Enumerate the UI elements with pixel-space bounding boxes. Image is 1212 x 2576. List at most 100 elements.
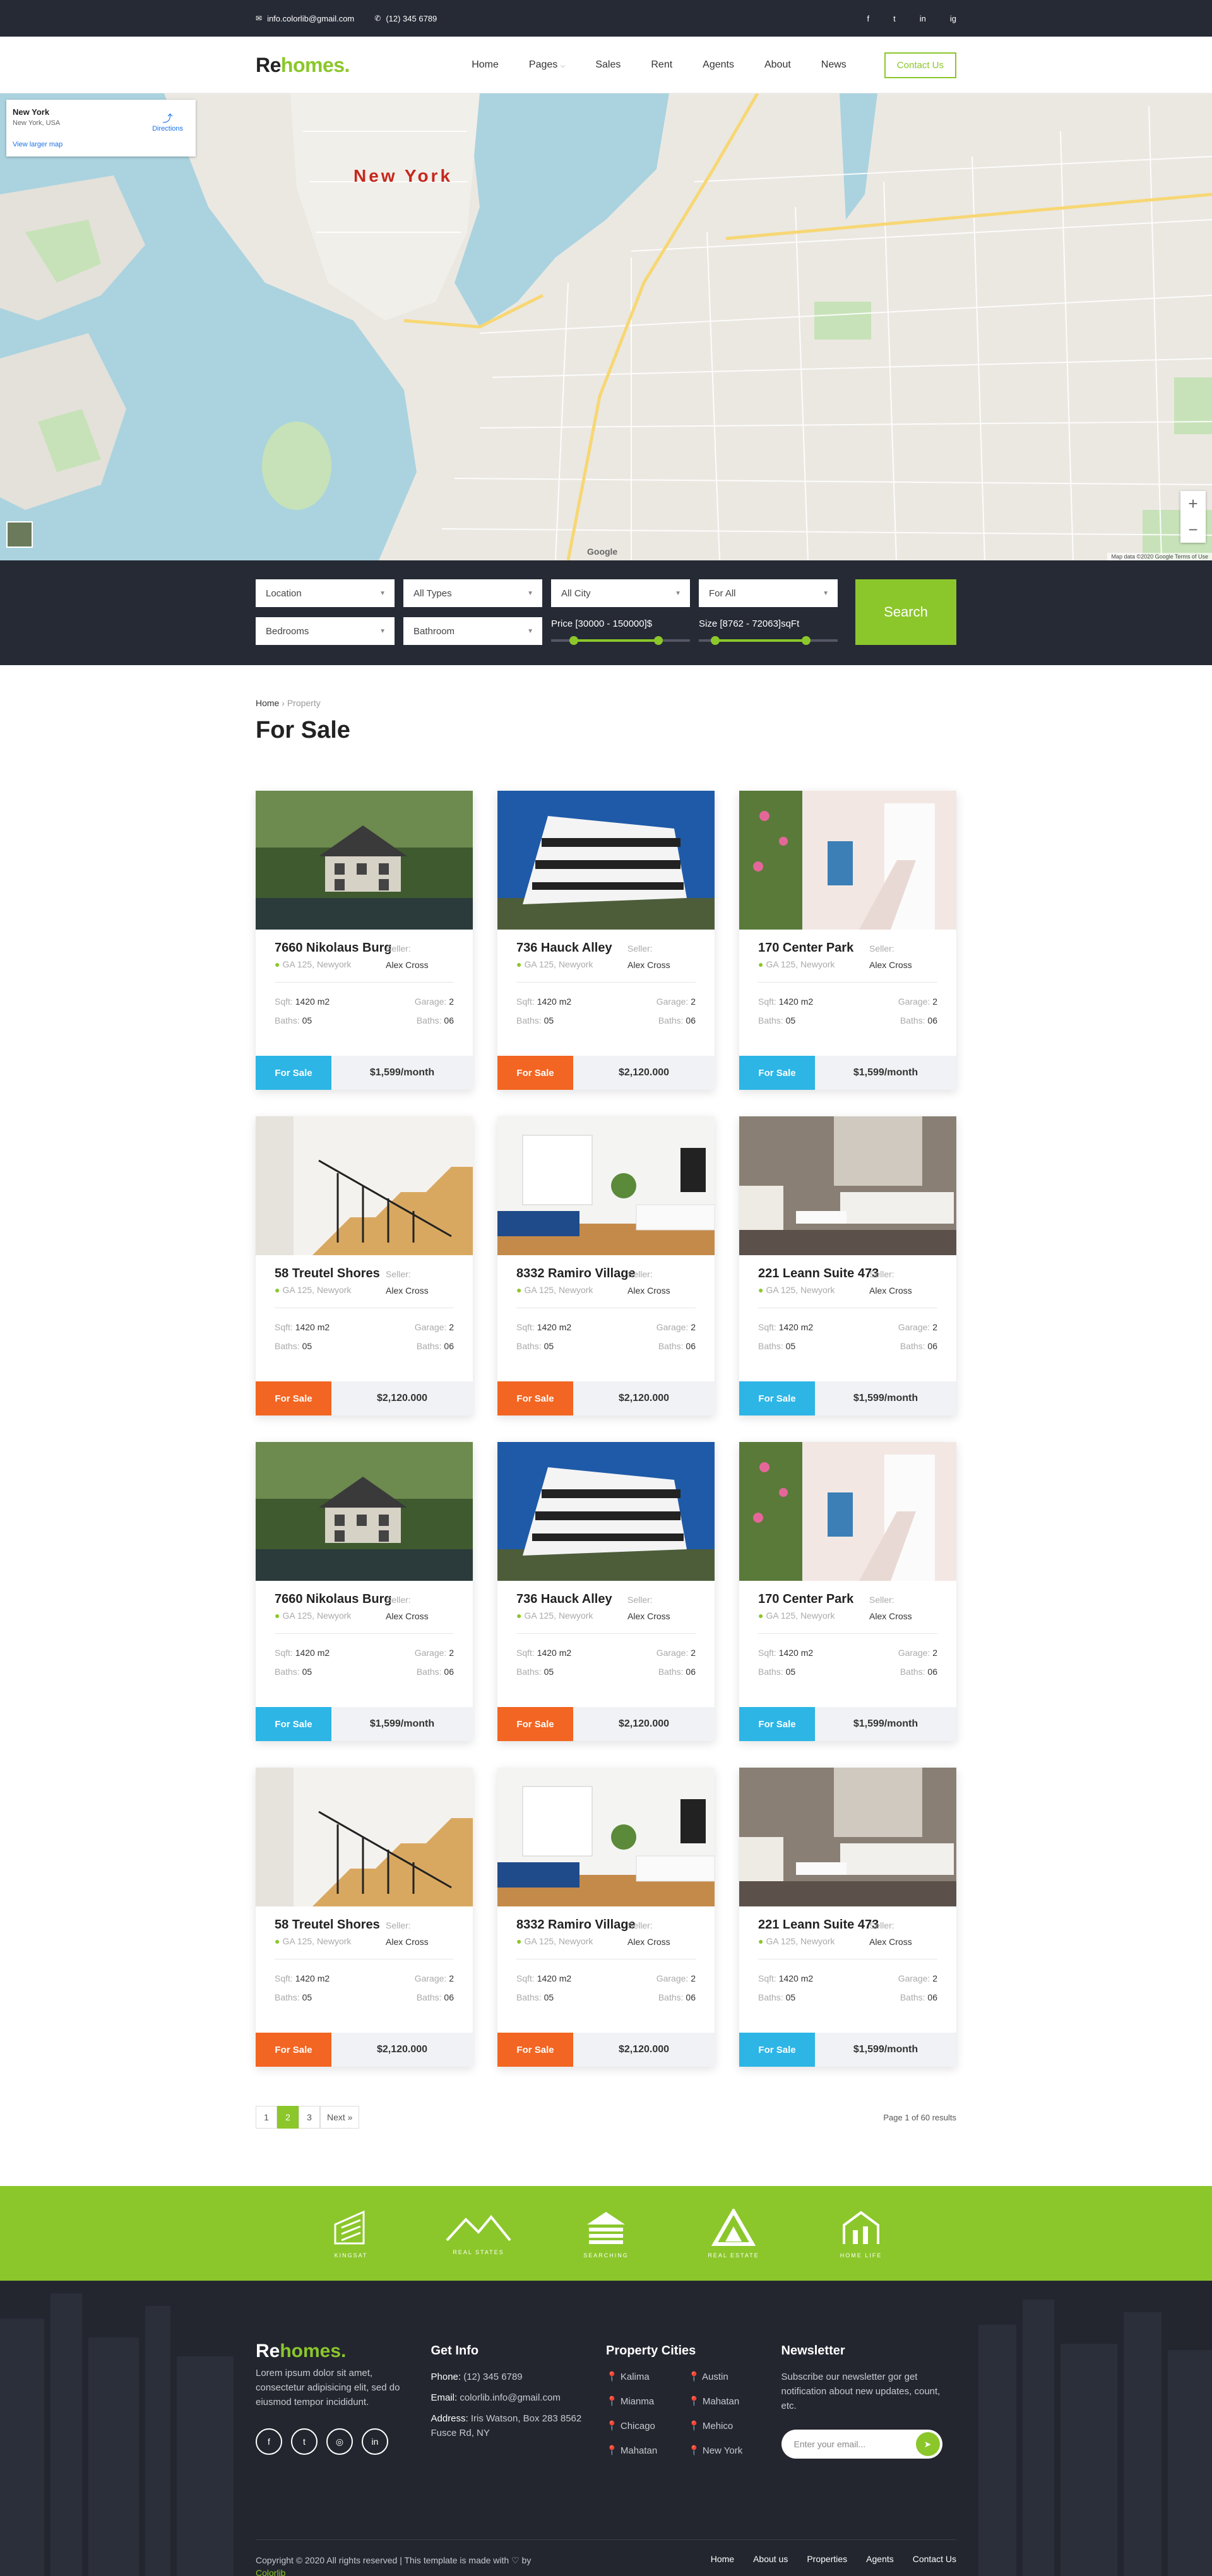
footer-logo[interactable]: Rehomes.	[256, 2342, 431, 2361]
property-image[interactable]	[497, 791, 715, 930]
property-image[interactable]	[739, 1768, 956, 1906]
property-image[interactable]	[497, 1768, 715, 1906]
linkedin-icon[interactable]: in	[920, 14, 926, 23]
directions-link[interactable]: ⤴ Directions	[152, 110, 183, 133]
nav-news[interactable]: News	[821, 59, 847, 71]
page-3[interactable]: 3	[299, 2106, 320, 2129]
sale-tag[interactable]: For Sale	[497, 1707, 573, 1741]
page-1[interactable]: 1	[256, 2106, 277, 2129]
sqft-label: Sqft:	[275, 1973, 293, 1983]
property-image[interactable]	[497, 1442, 715, 1581]
instagram-icon[interactable]: ◎	[326, 2428, 353, 2455]
city-link[interactable]: 📍 Mahatan	[688, 2394, 770, 2409]
nav-home[interactable]: Home	[472, 59, 499, 71]
property-image[interactable]	[256, 791, 473, 930]
linkedin-icon[interactable]: in	[362, 2428, 388, 2455]
property-image[interactable]	[739, 791, 956, 930]
facebook-icon[interactable]: f	[867, 14, 870, 23]
zoom-out-button[interactable]: −	[1188, 520, 1197, 540]
size-min-handle[interactable]	[711, 636, 720, 645]
property-image[interactable]	[256, 1442, 473, 1581]
bedrooms-select[interactable]: Bedrooms ▼	[256, 617, 395, 645]
colorlib-link[interactable]: Colorlib	[256, 2568, 285, 2576]
instagram-icon[interactable]: ig	[950, 14, 956, 23]
city-link[interactable]: 📍 Kalima	[606, 2370, 688, 2384]
search-button[interactable]: Search	[855, 579, 956, 645]
property-card[interactable]: 170 Center Park ● GA 125, Newyork Seller: Al…	[739, 1442, 956, 1741]
footer-link-contact[interactable]: Contact Us	[913, 2554, 956, 2576]
spec-baths-2: Baths: 06	[364, 1667, 454, 1677]
topbar-email[interactable]: ✉ info.colorlib@gmail.com	[256, 14, 354, 23]
nav-about[interactable]: About	[764, 59, 791, 71]
city-link[interactable]: 📍 Austin	[688, 2370, 770, 2384]
property-card[interactable]: 7660 Nikolaus Burg ● GA 125, Newyork Seller…	[256, 1442, 473, 1741]
type-select[interactable]: All Types ▼	[403, 579, 542, 607]
property-image[interactable]	[739, 1116, 956, 1255]
sale-tag[interactable]: For Sale	[739, 2033, 815, 2067]
site-logo[interactable]: Rehomes.	[256, 54, 350, 77]
price-max-handle[interactable]	[654, 636, 663, 645]
property-image[interactable]	[739, 1442, 956, 1581]
footer-link-about[interactable]: About us	[753, 2554, 788, 2576]
twitter-icon[interactable]: t	[291, 2428, 318, 2455]
nav-sales[interactable]: Sales	[595, 59, 621, 71]
city-link[interactable]: 📍 New York	[688, 2443, 770, 2458]
send-icon[interactable]: ➤	[915, 2432, 940, 2456]
sale-tag[interactable]: For Sale	[256, 1381, 331, 1415]
property-image[interactable]	[256, 1116, 473, 1255]
bathroom-select[interactable]: Bathroom ▼	[403, 617, 542, 645]
sale-tag[interactable]: For Sale	[739, 1707, 815, 1741]
property-card[interactable]: 58 Treutel Shores ● GA 125, Newyork Seller:…	[256, 1768, 473, 2067]
nav-pages[interactable]: Pages ⌵	[529, 59, 565, 71]
view-larger-map-link[interactable]: View larger map	[13, 141, 189, 148]
sale-tag[interactable]: For Sale	[497, 1056, 573, 1090]
footer-link-agents[interactable]: Agents	[866, 2554, 894, 2576]
sale-tag[interactable]: For Sale	[497, 2033, 573, 2067]
status-select[interactable]: For All ▼	[699, 579, 838, 607]
contact-us-button[interactable]: Contact Us	[884, 52, 956, 78]
breadcrumb-home[interactable]: Home	[256, 698, 279, 708]
city-link[interactable]: 📍 Mahatan	[606, 2443, 688, 2458]
sale-tag[interactable]: For Sale	[256, 2033, 331, 2067]
twitter-icon[interactable]: t	[893, 14, 896, 23]
price-range-track[interactable]	[551, 636, 690, 645]
property-card[interactable]: 736 Hauck Alley ● GA 125, Newyork Seller: Al…	[497, 1442, 715, 1741]
city-link[interactable]: 📍 Mianma	[606, 2394, 688, 2409]
property-card[interactable]: 736 Hauck Alley ● GA 125, Newyork Seller: Al…	[497, 791, 715, 1090]
size-max-handle[interactable]	[802, 636, 811, 645]
property-image[interactable]	[497, 1116, 715, 1255]
footer-link-properties[interactable]: Properties	[807, 2554, 847, 2576]
sale-tag[interactable]: For Sale	[497, 1381, 573, 1415]
city-link[interactable]: 📍 Chicago	[606, 2419, 688, 2433]
city-link[interactable]: 📍 Mehico	[688, 2419, 770, 2433]
newsletter-email-input[interactable]: Enter your email... ➤	[781, 2430, 942, 2459]
footer-link-home[interactable]: Home	[711, 2554, 734, 2576]
property-card[interactable]: 221 Leann Suite 473 ● GA 125, Newyork Selle…	[739, 1768, 956, 2067]
city-select[interactable]: All City ▼	[551, 579, 690, 607]
city-name: Mehico	[702, 2421, 734, 2431]
nav-rent[interactable]: Rent	[651, 59, 672, 71]
property-card[interactable]: 58 Treutel Shores ● GA 125, Newyork Seller:…	[256, 1116, 473, 1415]
topbar-phone[interactable]: ✆ (12) 345 6789	[374, 14, 437, 23]
property-image[interactable]	[256, 1768, 473, 1906]
nav-agents[interactable]: Agents	[703, 59, 734, 71]
property-card[interactable]: 8332 Ramiro Village ● GA 125, Newyork Selle…	[497, 1768, 715, 2067]
page-2[interactable]: 2	[277, 2106, 299, 2129]
price-min-handle[interactable]	[569, 636, 578, 645]
email-value[interactable]: colorlib.info@gmail.com	[460, 2392, 560, 2403]
zoom-in-button[interactable]: +	[1188, 494, 1197, 514]
map[interactable]: New York New York, USA View larger map ⤴…	[0, 93, 1212, 560]
sale-tag[interactable]: For Sale	[739, 1381, 815, 1415]
next-page-button[interactable]: Next »	[320, 2106, 360, 2129]
size-range-track[interactable]	[699, 636, 838, 645]
map-satellite-toggle[interactable]	[6, 521, 33, 548]
sale-tag[interactable]: For Sale	[739, 1056, 815, 1090]
location-select[interactable]: Location ▼	[256, 579, 395, 607]
property-card[interactable]: 8332 Ramiro Village ● GA 125, Newyork Selle…	[497, 1116, 715, 1415]
sale-tag[interactable]: For Sale	[256, 1707, 331, 1741]
property-card[interactable]: 7660 Nikolaus Burg ● GA 125, Newyork Seller…	[256, 791, 473, 1090]
sale-tag[interactable]: For Sale	[256, 1056, 331, 1090]
facebook-icon[interactable]: f	[256, 2428, 282, 2455]
property-card[interactable]: 170 Center Park ● GA 125, Newyork Seller: Al…	[739, 791, 956, 1090]
property-card[interactable]: 221 Leann Suite 473 ● GA 125, Newyork Selle…	[739, 1116, 956, 1415]
